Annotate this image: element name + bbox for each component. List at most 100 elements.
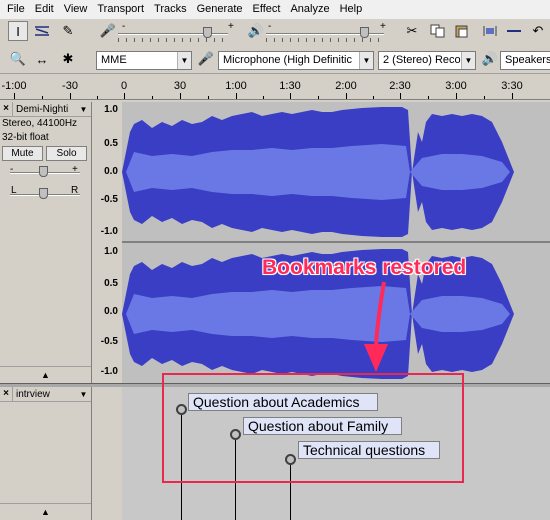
scale-label: -0.5 <box>100 194 118 205</box>
ruler-label: 2:30 <box>389 80 411 92</box>
ruler-tick <box>400 93 401 99</box>
ruler-tick <box>373 96 374 99</box>
chevron-down-icon: ▼ <box>461 52 475 69</box>
scale-label: 1.0 <box>104 246 118 257</box>
scale-label: -1.0 <box>100 226 118 237</box>
mute-button[interactable]: Mute <box>2 146 43 161</box>
ruler-tick <box>346 93 347 99</box>
minus-icon: - <box>122 21 126 32</box>
scale-label: 0.0 <box>104 306 118 317</box>
ruler-tick <box>512 93 513 99</box>
zoom-tool-icon[interactable]: 🔍 <box>8 49 28 69</box>
selection-tool-icon[interactable]: I <box>8 21 28 41</box>
ruler-tick <box>318 96 319 99</box>
menu-file[interactable]: File <box>2 0 30 19</box>
ruler-label: 3:00 <box>445 80 467 92</box>
ruler-label: 1:00 <box>225 80 247 92</box>
ruler-tick <box>180 93 181 99</box>
undo-icon[interactable]: ↶ <box>528 21 548 41</box>
ruler-label: 1:30 <box>279 80 301 92</box>
host-select-value: MME <box>101 54 127 66</box>
ruler-tick <box>263 96 264 99</box>
chevron-down-icon: ▼ <box>359 52 373 69</box>
scale-label: -0.5 <box>100 336 118 347</box>
channels-select[interactable]: 2 (Stereo) Recor ▼ <box>378 51 476 70</box>
draw-tool-icon[interactable]: ✎ <box>58 21 78 41</box>
microphone-icon: 🎤 <box>197 51 215 66</box>
annotation-arrow-icon <box>364 281 388 372</box>
ruler-label: -1:00 <box>1 80 27 92</box>
plus-icon: + <box>228 21 234 32</box>
timeshift-tool-icon[interactable]: ↔ <box>32 49 52 69</box>
playback-slider-thumb[interactable] <box>360 27 369 38</box>
menu-generate[interactable]: Generate <box>192 0 248 19</box>
label-track-name-button[interactable]: intrview <box>13 389 76 400</box>
chevron-down-icon[interactable]: ▼ <box>76 105 91 114</box>
menu-tracks[interactable]: Tracks <box>149 0 192 19</box>
audio-track-panel: × Demi-Nighti ▼ Stereo, 44100Hz 32-bit f… <box>0 102 92 383</box>
speaker-icon[interactable]: 🔊 <box>246 21 266 41</box>
playback-slider-ticks <box>266 38 384 42</box>
ruler-tick <box>14 93 15 99</box>
menu-bar: File Edit View Transport Tracks Generate… <box>0 0 550 19</box>
annotation-text: Bookmarks restored <box>262 256 467 279</box>
ruler-tick <box>428 96 429 99</box>
close-icon[interactable]: × <box>0 387 13 401</box>
close-icon[interactable]: × <box>0 102 13 116</box>
channels-value: 2 (Stereo) Recor <box>383 54 465 66</box>
minus-icon: - <box>268 21 272 32</box>
ruler-label: 2:00 <box>335 80 357 92</box>
playback-device-value: Speakers <box>505 54 550 66</box>
ruler-tick <box>208 96 209 99</box>
pan-slider-row: L R <box>0 184 91 206</box>
menu-transport[interactable]: Transport <box>92 0 149 19</box>
recording-device-select[interactable]: Microphone (High Definitic ▼ <box>218 51 374 70</box>
waveform-area[interactable] <box>122 102 550 383</box>
chevron-down-icon: ▼ <box>177 52 191 69</box>
label-track-name-row: × intrview ▼ <box>0 387 91 402</box>
host-select[interactable]: MME ▼ <box>96 51 192 70</box>
collapse-track-button[interactable]: ▲ <box>0 366 91 383</box>
paste-icon[interactable] <box>452 21 472 41</box>
multi-tool-icon[interactable]: ✱ <box>58 49 78 69</box>
menu-edit[interactable]: Edit <box>30 0 59 19</box>
collapse-label-track-button[interactable]: ▲ <box>0 503 91 520</box>
microphone-icon[interactable]: 🎤 <box>98 21 118 41</box>
solo-button[interactable]: Solo <box>46 146 88 161</box>
menu-help[interactable]: Help <box>335 0 368 19</box>
timeline-ruler[interactable]: -1:00 -30 0 30 1:00 1:30 2:00 2:30 3:00 … <box>0 73 550 100</box>
scale-label: -1.0 <box>100 366 118 377</box>
speaker-icon: 🔊 <box>481 51 499 66</box>
menu-view[interactable]: View <box>59 0 93 19</box>
ruler-tick <box>70 93 71 99</box>
ruler-tick <box>484 96 485 99</box>
amplitude-scale-top: 1.0 0.5 0.0 -0.5 -1.0 <box>92 102 122 242</box>
playback-device-select[interactable]: Speakers <box>500 51 550 70</box>
track-name-row: × Demi-Nighti ▼ <box>0 102 91 117</box>
ruler-label: 3:30 <box>501 80 523 92</box>
chevron-down-icon[interactable]: ▼ <box>76 390 91 399</box>
track-rate: Stereo, 44100Hz <box>2 118 78 129</box>
track-format: 32-bit float <box>2 132 49 143</box>
menu-effect[interactable]: Effect <box>248 0 286 19</box>
ruler-label: -30 <box>62 80 78 92</box>
tools-toolbar: I ✎ 🎤 - + 🔊 - + ✂ ↶ <box>0 19 550 45</box>
amplitude-scale-bottom: 1.0 0.5 0.0 -0.5 -1.0 <box>92 244 122 384</box>
gain-slider-thumb[interactable] <box>39 166 48 177</box>
gain-slider-row: - + <box>0 162 91 184</box>
ruler-tick <box>236 93 237 99</box>
pan-slider-thumb[interactable] <box>39 188 48 199</box>
menu-analyze[interactable]: Analyze <box>285 0 334 19</box>
ruler-tick <box>456 93 457 99</box>
envelope-tool-icon[interactable] <box>32 21 52 41</box>
silence-icon[interactable] <box>504 21 524 41</box>
ruler-label: 0 <box>120 80 128 92</box>
recording-slider-thumb[interactable] <box>203 27 212 38</box>
copy-icon[interactable] <box>428 21 448 41</box>
ruler-tick <box>290 93 291 99</box>
track-name-button[interactable]: Demi-Nighti <box>13 104 76 115</box>
highlight-rectangle <box>162 373 464 483</box>
label-track-panel: × intrview ▼ ▲ <box>0 387 92 520</box>
trim-icon[interactable] <box>480 21 500 41</box>
cut-icon[interactable]: ✂ <box>402 21 422 41</box>
